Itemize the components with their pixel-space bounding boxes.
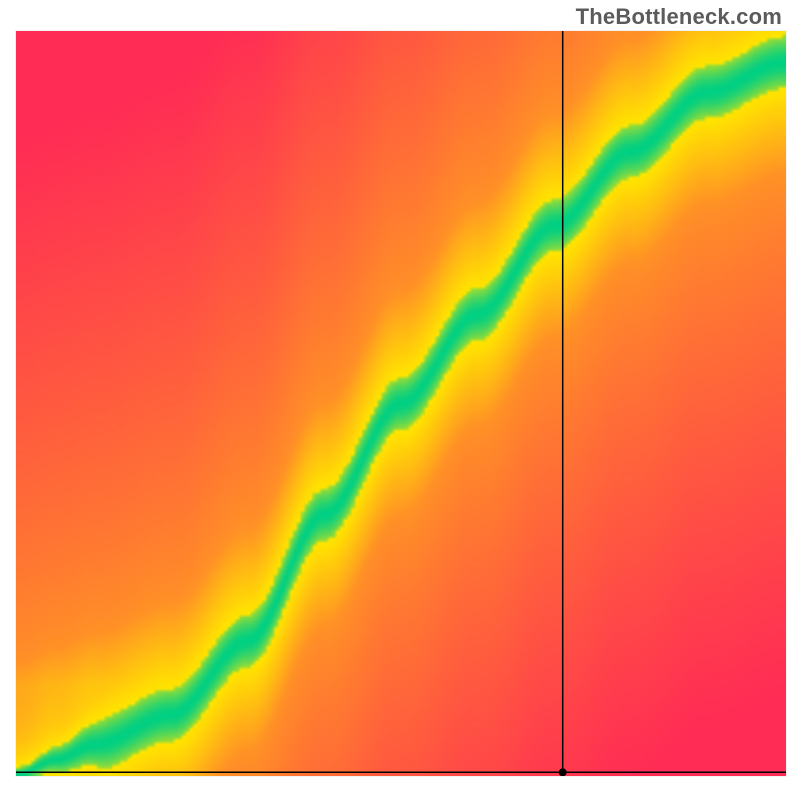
overlay-svg — [16, 31, 786, 776]
chart-container: TheBottleneck.com — [0, 0, 800, 800]
watermark-text: TheBottleneck.com — [576, 4, 782, 30]
plot-area — [15, 30, 787, 777]
marker-point — [559, 768, 567, 776]
